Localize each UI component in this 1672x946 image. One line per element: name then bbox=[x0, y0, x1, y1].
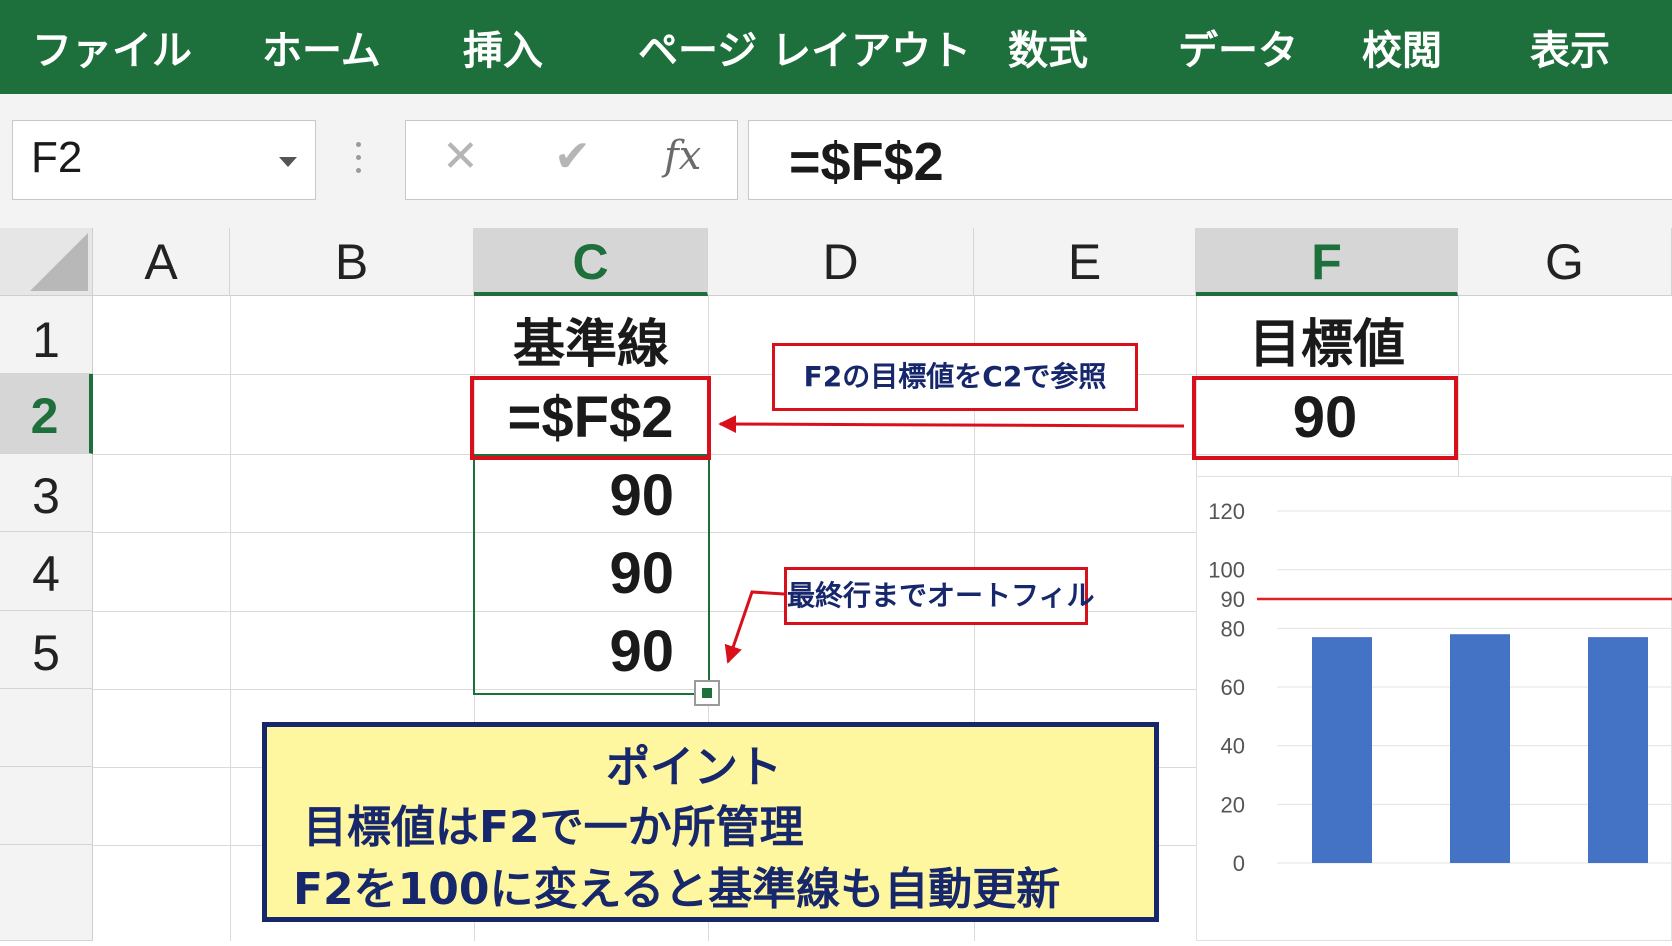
chart-canvas: 0 20 40 60 80 90 100 120 bbox=[1208, 499, 1672, 876]
y-tick-label: 0 bbox=[1233, 851, 1245, 876]
bar-chart[interactable]: 0 20 40 60 80 90 100 120 bbox=[1196, 476, 1672, 941]
point-box: ポイント 目標値はF2で一か所管理 F2を100に変えると基準線も自動更新 bbox=[262, 722, 1159, 922]
arrow-to-c2 bbox=[718, 415, 1185, 434]
y-tick-label: 90 bbox=[1221, 587, 1245, 612]
y-tick-label: 40 bbox=[1221, 734, 1245, 759]
y-tick-label: 80 bbox=[1221, 616, 1245, 641]
bar-2 bbox=[1450, 634, 1510, 863]
arrow-to-fill-handle bbox=[724, 590, 785, 664]
point-title: ポイント bbox=[606, 742, 782, 793]
y-tick-label: 20 bbox=[1221, 792, 1245, 817]
bar-1 bbox=[1312, 637, 1372, 863]
y-tick-label: 120 bbox=[1208, 499, 1245, 524]
y-tick-label: 100 bbox=[1208, 558, 1245, 583]
point-line-2: F2を100に変えると基準線も自動更新 bbox=[293, 864, 1061, 915]
y-tick-label: 60 bbox=[1221, 675, 1245, 700]
bar-3 bbox=[1588, 637, 1648, 863]
point-line-1: 目標値はF2で一か所管理 bbox=[303, 802, 804, 853]
